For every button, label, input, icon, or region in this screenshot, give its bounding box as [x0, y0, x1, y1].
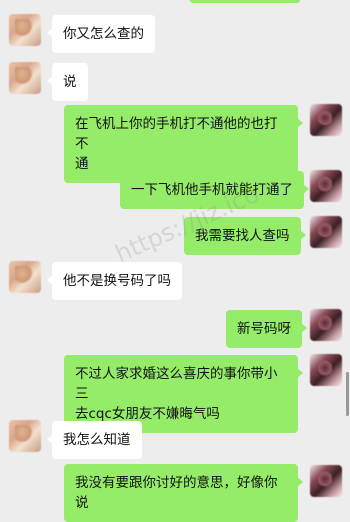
contact-avatar[interactable]	[9, 14, 41, 46]
previous-message-bubble-edge	[190, 0, 300, 3]
my-avatar[interactable]	[310, 216, 342, 248]
my-avatar[interactable]	[310, 354, 342, 386]
incoming-message-bubble[interactable]: 他不是换号码了吗	[47, 262, 182, 300]
contact-avatar[interactable]	[9, 420, 41, 452]
my-avatar[interactable]	[310, 465, 342, 497]
incoming-message-bubble[interactable]: 你又怎么查的	[47, 15, 155, 53]
my-avatar[interactable]	[310, 104, 342, 136]
outgoing-message-bubble[interactable]: 我没有要跟你讨好的意思，好像你说	[64, 464, 303, 522]
my-avatar[interactable]	[310, 309, 342, 341]
chat-area[interactable]: 你又怎么查的 说 在飞机上你的手机打不通他的也打不 通 一下飞机他手机就能打通了…	[0, 0, 350, 522]
incoming-message-bubble[interactable]: 说	[47, 63, 88, 101]
incoming-message-bubble[interactable]: 我怎么知道	[47, 421, 142, 459]
contact-avatar[interactable]	[9, 62, 41, 94]
my-avatar[interactable]	[310, 170, 342, 202]
outgoing-message-bubble[interactable]: 新号码呀	[226, 310, 307, 348]
contact-avatar[interactable]	[9, 261, 41, 293]
scrollbar-thumb[interactable]	[346, 372, 349, 416]
